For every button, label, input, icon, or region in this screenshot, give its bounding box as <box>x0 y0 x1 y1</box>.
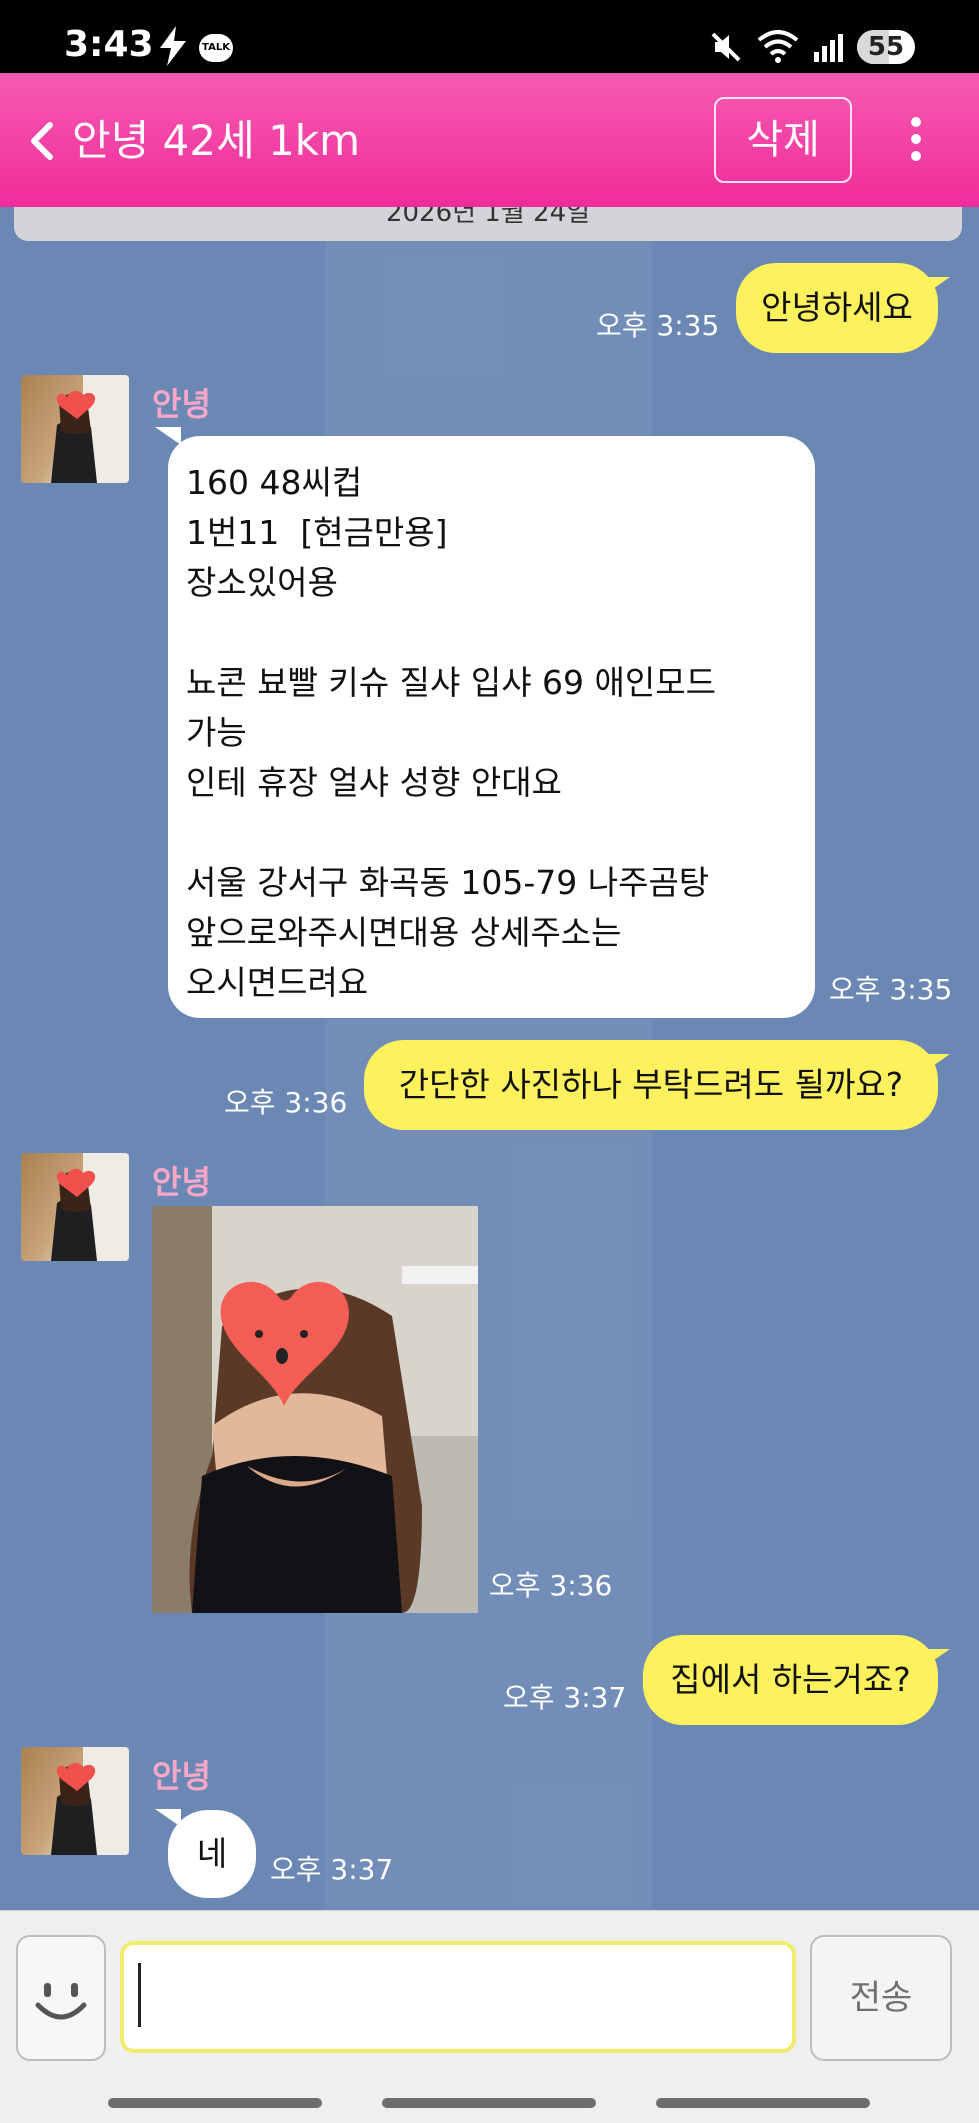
message-time: 오후 3:35 <box>596 309 720 342</box>
message-text: 안녕하세요 <box>761 288 913 327</box>
message-text: 네 <box>196 1834 228 1873</box>
profile-photo <box>51 1153 129 1261</box>
sender-name: 안녕 <box>152 385 211 423</box>
chevron-left-icon <box>31 122 53 160</box>
more-dot-icon <box>911 117 921 127</box>
date-divider: 2026년 1월 24일 <box>14 207 962 241</box>
status-time: 3:43 <box>64 24 154 65</box>
sender-name: 안녕 <box>152 1757 211 1795</box>
more-dot-icon <box>911 151 921 161</box>
message-line: 서울 강서구 화곡동 105-79 나주곰탕 <box>186 863 710 902</box>
avatar[interactable] <box>21 375 129 483</box>
more-options-button[interactable] <box>898 111 934 171</box>
photo-message[interactable] <box>152 1206 478 1613</box>
message-input-bar: 전송 <box>0 1910 979 2081</box>
their-message-bubble[interactable]: 160 48씨컵 1번11 [현금만용] 장소있어용 뇨콘 뵤빨 키슈 질샤 입… <box>168 436 815 1018</box>
nav-recents-handle[interactable] <box>108 2098 322 2108</box>
delete-button[interactable]: 삭제 <box>714 97 852 183</box>
talk-notification-icon: TALK <box>199 34 233 62</box>
back-button[interactable] <box>22 113 62 169</box>
avatar[interactable] <box>21 1747 129 1855</box>
bubble-tail <box>924 277 950 295</box>
message-line: 가능 <box>186 713 247 752</box>
my-message-bubble[interactable]: 안녕하세요 <box>736 263 938 353</box>
message-text: 집에서 하는거죠? <box>670 1660 911 1699</box>
chat-title[interactable]: 안녕 42세 1km <box>72 113 360 169</box>
profile-photo <box>51 1747 129 1855</box>
status-bar: 3:43 TALK 55 <box>0 0 979 73</box>
message-line: 160 48씨컵 <box>186 463 363 502</box>
battery-percent: 55 <box>867 32 905 62</box>
message-line: 인테 휴장 얼샤 성향 안대요 <box>186 763 562 802</box>
more-dot-icon <box>911 134 921 144</box>
wifi-icon <box>757 30 799 63</box>
signal-icon <box>814 34 843 62</box>
bubble-tail <box>924 1054 950 1072</box>
message-time: 오후 3:37 <box>270 1853 394 1886</box>
nav-back-handle[interactable] <box>656 2098 870 2108</box>
message-time: 오후 3:35 <box>829 973 953 1006</box>
avatar[interactable] <box>21 1153 129 1261</box>
message-text: 간단한 사진하나 부탁드려도 될까요? <box>398 1065 904 1104</box>
message-line: 장소있어용 <box>186 563 338 602</box>
emoticon-button[interactable] <box>16 1935 106 2061</box>
message-line: 뇨콘 뵤빨 키슈 질샤 입샤 69 애인모드 <box>186 663 716 702</box>
charging-bolt-icon <box>160 26 186 66</box>
sender-name: 안녕 <box>152 1163 211 1201</box>
send-button[interactable]: 전송 <box>810 1935 952 2061</box>
my-message-bubble[interactable]: 집에서 하는거죠? <box>643 1635 938 1725</box>
text-cursor <box>138 1963 141 2027</box>
battery-indicator: 55 <box>857 30 915 64</box>
message-time: 오후 3:36 <box>489 1569 613 1602</box>
my-message-bubble[interactable]: 간단한 사진하나 부탁드려도 될까요? <box>364 1040 938 1130</box>
their-message-bubble[interactable]: 네 <box>168 1810 256 1898</box>
smiley-icon <box>35 1983 87 2020</box>
message-line: 오시면드려요 <box>186 963 369 1002</box>
message-line <box>186 808 797 858</box>
mute-icon <box>711 32 741 62</box>
bubble-tail <box>924 1649 950 1667</box>
bubble-tail <box>155 427 181 445</box>
message-input[interactable] <box>120 1941 796 2053</box>
chat-header: 안녕 42세 1km 삭제 <box>0 73 979 207</box>
system-nav-bar <box>0 2080 979 2123</box>
nav-home-handle[interactable] <box>382 2098 596 2108</box>
profile-photo <box>51 375 129 483</box>
message-line <box>186 608 797 658</box>
message-time: 오후 3:36 <box>224 1086 348 1119</box>
message-line: 앞으로와주시면대용 상세주소는 <box>186 913 622 952</box>
chat-area[interactable]: 2026년 1월 24일 오후 3:35 안녕하세요 안녕 160 48씨컵 1… <box>0 207 979 1910</box>
message-time: 오후 3:37 <box>503 1681 627 1714</box>
message-line: 1번11 [현금만용] <box>186 513 448 552</box>
photo-image <box>152 1206 478 1613</box>
